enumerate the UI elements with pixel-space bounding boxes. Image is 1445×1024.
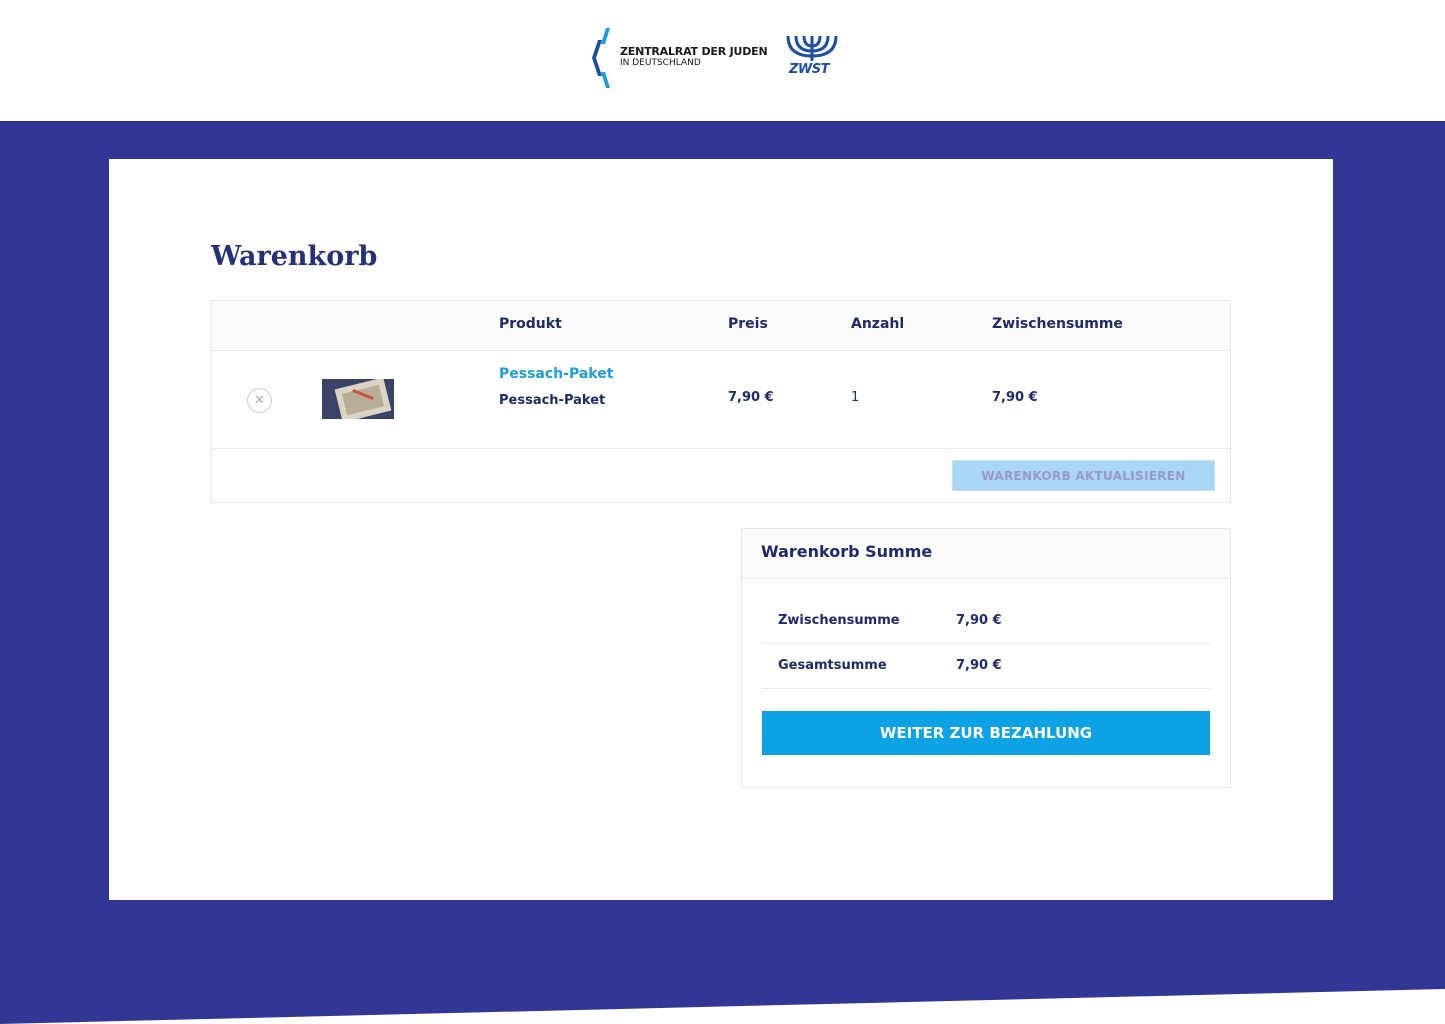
product-link[interactable]: Pessach-Paket xyxy=(499,366,613,382)
site-header: ZENTRALRAT DER JUDEN IN DEUTSCHLAND ZWST xyxy=(0,0,1445,121)
zentralrat-name: ZENTRALRAT DER JUDEN xyxy=(620,45,768,58)
close-icon: ✕ xyxy=(254,393,265,408)
cart-totals: Warenkorb Summe Zwischensumme 7,90 € Ges… xyxy=(741,528,1231,788)
zentralrat-logo-icon xyxy=(592,28,610,88)
column-subtotal: Zwischensumme xyxy=(992,316,1123,332)
page-title: Warenkorb xyxy=(211,241,378,272)
subtotal-label: Zwischensumme xyxy=(778,613,900,628)
zentralrat-subname: IN DEUTSCHLAND xyxy=(620,58,701,68)
product-thumbnail[interactable] xyxy=(322,379,394,419)
menorah-icon xyxy=(786,35,838,61)
update-cart-button[interactable]: WARENKORB AKTUALISIEREN xyxy=(952,460,1215,491)
column-quantity: Anzahl xyxy=(851,316,905,332)
total-label: Gesamtsumme xyxy=(778,658,887,673)
cart-card: Warenkorb Produkt Preis Anzahl Zwischens… xyxy=(109,159,1333,900)
subtotal-row: Zwischensumme 7,90 € xyxy=(762,599,1210,644)
cart-table-header: Produkt Preis Anzahl Zwischensumme xyxy=(212,301,1230,351)
cart-actions: WARENKORB AKTUALISIEREN xyxy=(212,449,1230,502)
product-variant: Pessach-Paket xyxy=(499,393,606,408)
cart-totals-title: Warenkorb Summe xyxy=(761,542,933,561)
zentralrat-logo[interactable]: ZENTRALRAT DER JUDEN IN DEUTSCHLAND xyxy=(588,26,768,90)
item-quantity[interactable]: 1 xyxy=(851,390,859,405)
item-price: 7,90 € xyxy=(728,390,774,405)
zwst-logo[interactable]: ZWST xyxy=(784,34,844,82)
subtotal-value: 7,90 € xyxy=(956,613,1002,628)
remove-item-button[interactable]: ✕ xyxy=(247,388,272,413)
column-price: Preis xyxy=(728,316,768,332)
zwst-wordmark: ZWST xyxy=(789,62,830,77)
table-row: ✕ Pessach-Paket Pessach-Paket 7,90 € 1 7… xyxy=(212,351,1230,449)
total-value: 7,90 € xyxy=(956,658,1002,673)
total-row: Gesamtsumme 7,90 € xyxy=(762,644,1210,689)
column-product: Produkt xyxy=(499,316,562,332)
cart-totals-header: Warenkorb Summe xyxy=(742,529,1230,579)
checkout-button[interactable]: WEITER ZUR BEZAHLUNG xyxy=(762,711,1210,755)
cart-table: Produkt Preis Anzahl Zwischensumme ✕ Pes… xyxy=(211,300,1231,503)
item-subtotal: 7,90 € xyxy=(992,390,1038,405)
